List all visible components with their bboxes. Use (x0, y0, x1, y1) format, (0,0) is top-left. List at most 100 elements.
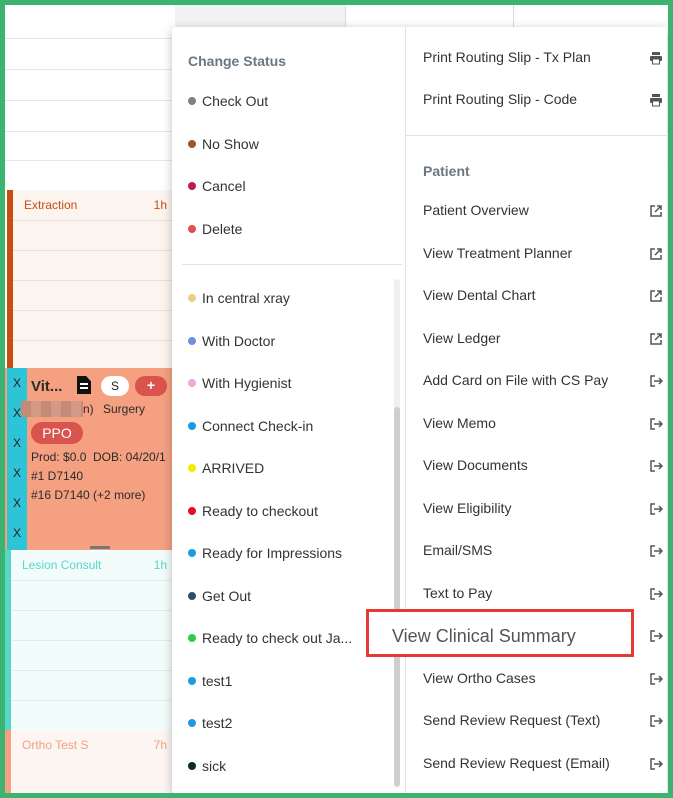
card-prod-line: Prod: $0.0 (31, 450, 87, 464)
view-documents-item[interactable]: View Documents (423, 457, 663, 477)
selected-appointment-card[interactable]: X X X X X X Vit... S + n) Surgery PPO Pr… (5, 368, 175, 550)
appointment-duration: 1h (153, 198, 167, 212)
custom-status-item[interactable]: test1 (188, 671, 232, 691)
card-proc-1: #1 D7140 (31, 469, 84, 483)
view-memo-item[interactable]: View Memo (423, 415, 663, 435)
status-item-check-out[interactable]: Check Out (188, 91, 268, 111)
custom-status-item[interactable]: Get Out (188, 586, 251, 606)
appointment-title: Extraction (24, 198, 78, 212)
status-label: ARRIVED (202, 460, 265, 476)
menu-item-label: Patient Overview (423, 202, 529, 218)
custom-status-item[interactable]: ARRIVED (188, 458, 264, 478)
text-to-pay-item[interactable]: Text to Pay (423, 585, 663, 605)
print-routing-slip-code[interactable]: Print Routing Slip - Code (423, 91, 663, 111)
status-label: With Doctor (202, 333, 276, 349)
custom-status-item[interactable]: Ready for Impressions (188, 543, 342, 563)
status-dot (188, 422, 196, 430)
status-label: Cancel (202, 178, 246, 194)
blurred-name (21, 401, 83, 417)
appointment-context-menu: Change Status Check Out No Show Cancel D… (172, 27, 667, 793)
menu-item-label: View Documents (423, 457, 528, 473)
custom-status-item[interactable]: With Doctor (188, 331, 275, 351)
status-label: test1 (202, 673, 233, 689)
printer-icon (650, 94, 662, 107)
appointment-duration: 7h (153, 738, 167, 752)
patient-overview-item[interactable]: Patient Overview (423, 202, 663, 222)
custom-status-item[interactable]: Ready to check out Ja... (188, 628, 352, 648)
status-dot (188, 182, 196, 190)
add-button[interactable]: + (135, 376, 167, 396)
x-marker: X (12, 376, 21, 390)
appointment-block-extraction[interactable]: Extraction 1h (7, 190, 175, 368)
menu-item-label: Print Routing Slip - Code (423, 91, 578, 107)
print-routing-slip-tx-plan[interactable]: Print Routing Slip - Tx Plan (423, 49, 663, 69)
menu-item-label: View Treatment Planner (423, 245, 573, 261)
external-link-icon (650, 290, 662, 302)
menu-item-label: View Eligibility (423, 500, 512, 516)
menu-item-label: Send Review Request (Email) (423, 755, 610, 771)
status-label: With Hygienist (202, 375, 292, 391)
status-label: No Show (202, 136, 259, 152)
open-panel-icon (650, 545, 663, 557)
open-panel-icon (650, 460, 663, 472)
menu-item-label: Send Review Request (Text) (423, 712, 601, 728)
card-dob-line: DOB: 04/20/1 (93, 450, 166, 464)
appointment-duration: 1h (153, 558, 167, 572)
card-proc-2: #16 D7140 (+2 more) (31, 488, 146, 502)
status-label: test2 (202, 715, 233, 731)
status-dot (188, 719, 196, 727)
open-panel-icon (650, 673, 663, 685)
view-ledger-item[interactable]: View Ledger (423, 330, 663, 350)
send-review-request-text-item[interactable]: Send Review Request (Text) (423, 712, 663, 732)
status-dot (188, 592, 196, 600)
x-marker: X (12, 436, 21, 450)
email-sms-item[interactable]: Email/SMS (423, 542, 663, 562)
x-marker: X (12, 496, 21, 510)
insurance-badge: PPO (31, 422, 83, 444)
status-item-delete[interactable]: Delete (188, 219, 242, 239)
card-procedure-type: Surgery (103, 402, 146, 416)
menu-item-label: Text to Pay (423, 585, 493, 601)
status-dot (188, 379, 196, 387)
external-link-icon (650, 205, 662, 217)
resize-handle[interactable] (90, 546, 110, 549)
status-dot (188, 140, 196, 148)
open-panel-icon (650, 503, 663, 515)
status-dot (188, 97, 196, 105)
appointment-block-lesion-consult[interactable]: Lesion Consult 1h (5, 550, 175, 735)
custom-status-item[interactable]: With Hygienist (188, 373, 291, 393)
status-label: Connect Check-in (202, 418, 314, 434)
custom-status-item[interactable]: In central xray (188, 288, 290, 308)
status-label: Ready for Impressions (202, 545, 343, 561)
clinical-summary-highlight[interactable]: View Clinical Summary (366, 609, 634, 657)
view-treatment-planner-item[interactable]: View Treatment Planner (423, 245, 663, 265)
custom-status-item[interactable]: Connect Check-in (188, 416, 313, 436)
menu-item-label: Email/SMS (423, 542, 493, 558)
view-dental-chart-item[interactable]: View Dental Chart (423, 287, 663, 307)
open-panel-icon (650, 758, 663, 770)
view-ortho-cases-item[interactable]: View Ortho Cases (423, 670, 663, 690)
add-card-on-file-item[interactable]: Add Card on File with CS Pay (423, 372, 663, 392)
status-item-cancel[interactable]: Cancel (188, 176, 246, 196)
scheduler-frame: Extraction 1h X X X X X X Vit... S + n) … (5, 5, 668, 793)
view-eligibility-item[interactable]: View Eligibility (423, 500, 663, 520)
status-label: Ready to checkout (202, 503, 318, 519)
status-dot (188, 507, 196, 515)
s-badge-button[interactable]: S (101, 376, 129, 396)
status-dot (188, 762, 196, 770)
status-item-no-show[interactable]: No Show (188, 134, 259, 154)
custom-status-item[interactable]: sick (188, 756, 226, 776)
send-review-request-email-item[interactable]: Send Review Request (Email) (423, 755, 663, 775)
custom-status-item[interactable]: test2 (188, 713, 232, 733)
appointment-block-ortho-test[interactable]: Ortho Test S 7h (5, 730, 175, 793)
status-pane: Change Status Check Out No Show Cancel D… (172, 27, 406, 793)
status-dot (188, 549, 196, 557)
custom-status-item[interactable]: Ready to checkout (188, 501, 318, 521)
open-panel-icon (650, 375, 663, 387)
status-dot (188, 294, 196, 302)
document-icon[interactable] (77, 376, 91, 394)
card-status-column: X X X X X X (7, 368, 27, 550)
actions-pane: Print Routing Slip - Tx Plan Print Routi… (406, 27, 667, 793)
x-marker: X (12, 526, 21, 540)
status-scrollbar-thumb[interactable] (394, 407, 400, 787)
